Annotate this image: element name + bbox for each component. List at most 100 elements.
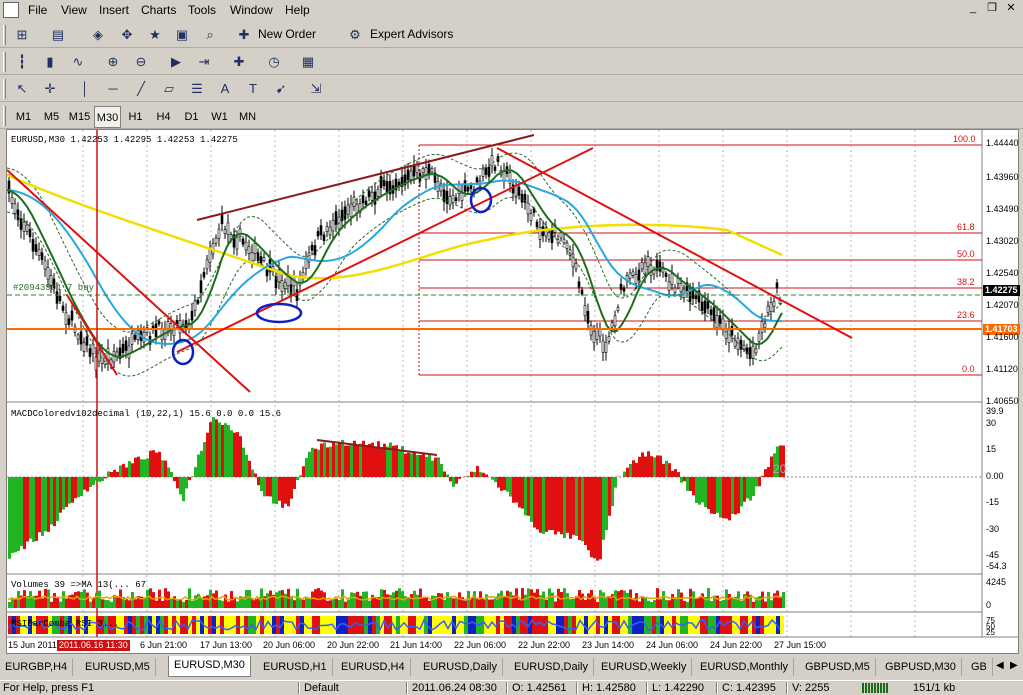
macd-bar xyxy=(407,453,410,477)
tab-eurusd-h1[interactable]: EURUSD,H1 xyxy=(258,658,333,676)
volume-bar xyxy=(566,593,569,608)
new-order-button[interactable]: New Order xyxy=(258,27,316,41)
expert-advisors-icon[interactable]: ⚙ xyxy=(345,25,365,45)
candle-body xyxy=(509,173,511,184)
zoom-in-icon[interactable]: ⊕ xyxy=(103,52,123,72)
vertical-line-icon[interactable]: │ xyxy=(75,79,95,99)
cursor-icon[interactable]: ↖ xyxy=(12,79,32,99)
terminal-icon[interactable]: ▣ xyxy=(172,25,192,45)
candle-body xyxy=(620,284,622,289)
indicators-icon[interactable]: ✚ xyxy=(229,52,249,72)
macd-bar xyxy=(338,443,341,477)
horizontal-line-icon[interactable]: ─ xyxy=(103,79,123,99)
minimize-icon[interactable]: _ xyxy=(965,2,981,17)
volume-bar xyxy=(194,595,197,608)
macd-bar xyxy=(35,477,38,541)
macd-bar xyxy=(20,477,23,546)
timeframe-m15[interactable]: M15 xyxy=(66,106,93,128)
candle-body xyxy=(62,306,64,310)
new-order-icon[interactable]: ✚ xyxy=(234,25,254,45)
timeframe-m5[interactable]: M5 xyxy=(38,106,65,128)
tab-eurusd-m30[interactable]: EURUSD,M30 xyxy=(168,656,251,677)
chart-window[interactable]: EURUSD,M30 1.42253 1.42295 1.42253 1.422… xyxy=(6,129,1019,654)
timeframe-m30[interactable]: M30 xyxy=(94,106,121,128)
zoom-out-icon[interactable]: ⊖ xyxy=(131,52,151,72)
text-icon[interactable]: A xyxy=(215,79,235,99)
menu-tools[interactable]: Tools xyxy=(188,3,216,17)
menu-insert[interactable]: Insert xyxy=(99,3,129,17)
candle-body xyxy=(647,257,649,267)
strategy-tester-icon[interactable]: ⌕ xyxy=(200,25,220,45)
candle-body xyxy=(11,197,13,203)
tab-eurusd-weekly[interactable]: EURUSD,Weekly xyxy=(596,658,692,676)
new-chart-icon[interactable]: ⊞ xyxy=(12,25,32,45)
close-icon[interactable]: ✕ xyxy=(1003,2,1019,17)
candlestick-icon[interactable]: ▮ xyxy=(40,52,60,72)
timeframe-h4[interactable]: H4 xyxy=(150,106,177,128)
macd-bar xyxy=(596,477,599,561)
fibonacci-icon[interactable]: ☰ xyxy=(187,79,207,99)
menu-charts[interactable]: Charts xyxy=(141,3,176,17)
text-label-icon[interactable]: T xyxy=(243,79,263,99)
macd-bar xyxy=(41,477,44,536)
tab-eurusd-h4[interactable]: EURUSD,H4 xyxy=(336,658,411,676)
arrows-icon[interactable]: ➹ xyxy=(271,79,291,99)
volume-bar xyxy=(533,593,536,608)
channel-icon[interactable]: ▱ xyxy=(159,79,179,99)
periods-icon[interactable]: ◷ xyxy=(264,52,284,72)
profiles-icon[interactable]: ▤ xyxy=(48,25,68,45)
tab-gbpusd-m5[interactable]: GBPUSD,M5 xyxy=(800,658,876,676)
bar-chart-icon[interactable]: ┇ xyxy=(12,52,32,72)
tab-gbpusd-m30[interactable]: GBPUSD,M30 xyxy=(880,658,962,676)
tab-gb[interactable]: GB xyxy=(966,658,993,676)
tab-scroll-right-icon[interactable]: ▶ xyxy=(1010,660,1018,671)
data-window-icon[interactable]: ✥ xyxy=(117,25,137,45)
macd-tick: 0.00 xyxy=(986,471,1004,481)
candle-body xyxy=(563,239,565,243)
candle-body xyxy=(125,341,127,351)
tab-eurgbp-h4[interactable]: EURGBP,H4 xyxy=(0,658,73,676)
macd-bar xyxy=(119,465,122,477)
menu-view[interactable]: View xyxy=(61,3,87,17)
trendline-icon[interactable]: ╱ xyxy=(131,79,151,99)
menu-file[interactable]: File xyxy=(28,3,47,17)
rsi-bar xyxy=(432,616,436,634)
timeframe-m1[interactable]: M1 xyxy=(10,106,37,128)
menu-window[interactable]: Window xyxy=(230,3,273,17)
timeframe-mn[interactable]: MN xyxy=(234,106,261,128)
rsi-bar xyxy=(640,616,644,634)
market-watch-icon[interactable]: ◈ xyxy=(88,25,108,45)
chart-shift-icon[interactable]: ⇥ xyxy=(194,52,214,72)
tab-eurusd-monthly[interactable]: EURUSD,Monthly xyxy=(695,658,794,676)
candle-body xyxy=(485,168,487,175)
connection-status-icon[interactable] xyxy=(862,683,888,693)
candle-body xyxy=(416,165,418,173)
navigator-icon[interactable]: ★ xyxy=(145,25,165,45)
macd-bar xyxy=(245,455,248,477)
chart-canvas[interactable] xyxy=(7,130,1018,653)
crosshair-icon[interactable]: ✛ xyxy=(40,79,60,99)
tab-scroll-left-icon[interactable]: ◀ xyxy=(996,660,1004,671)
candle-body xyxy=(383,180,385,186)
autoscroll-icon[interactable]: ▶ xyxy=(166,52,186,72)
timeframe-w1[interactable]: W1 xyxy=(206,106,233,128)
time-tick: 24 Jun 06:00 xyxy=(646,640,698,650)
restore-icon[interactable]: ❐ xyxy=(984,2,1000,17)
timeframe-d1[interactable]: D1 xyxy=(178,106,205,128)
menu-help[interactable]: Help xyxy=(285,3,310,17)
macd-bar xyxy=(14,477,17,552)
line-chart-icon[interactable]: ∿ xyxy=(68,52,88,72)
candle-body xyxy=(551,230,553,243)
app-icon[interactable] xyxy=(3,2,19,18)
tab-eurusd-daily[interactable]: EURUSD,Daily xyxy=(418,658,503,676)
timeframe-h1[interactable]: H1 xyxy=(122,106,149,128)
candle-body xyxy=(377,189,379,196)
templates-icon[interactable]: ▦ xyxy=(298,52,318,72)
macd-bar xyxy=(659,456,662,477)
tab-eurusd-m5[interactable]: EURUSD,M5 xyxy=(80,658,156,676)
expert-advisors-button[interactable]: Expert Advisors xyxy=(370,27,453,41)
macd-bar xyxy=(626,468,629,477)
tab-eurusd-daily-2[interactable]: EURUSD,Daily xyxy=(509,658,594,676)
objects-dropdown-icon[interactable]: ⇲ xyxy=(306,79,326,99)
volume-tick: 0 xyxy=(986,600,991,610)
